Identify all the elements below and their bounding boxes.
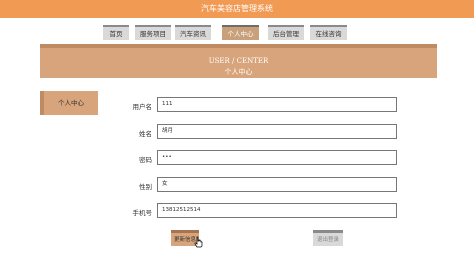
- nav-item-home[interactable]: 首页: [103, 25, 129, 40]
- hand-cursor-icon: [194, 236, 203, 248]
- nav-item-services[interactable]: 服务项目: [135, 25, 171, 40]
- password-field[interactable]: •••: [157, 150, 397, 165]
- name-field[interactable]: 胡月: [157, 124, 397, 139]
- logout-button[interactable]: 退出登录: [313, 230, 343, 246]
- top-bar: 汽车美容店管理系统: [0, 0, 474, 18]
- main-nav: 首页 服务项目 汽车资讯 个人中心 后台管理 在线咨询: [0, 18, 474, 44]
- site-title: 汽车美容店管理系统: [201, 4, 273, 13]
- nav-item-admin[interactable]: 后台管理: [268, 25, 304, 40]
- banner-title-cn: 个人中心: [224, 68, 253, 76]
- phone-field[interactable]: 13812512514: [157, 203, 397, 218]
- nav-item-consult[interactable]: 在线咨询: [310, 25, 347, 40]
- username-field[interactable]: 111: [157, 97, 397, 112]
- nav-item-news[interactable]: 汽车资讯: [175, 25, 211, 40]
- gender-select[interactable]: 女: [157, 177, 397, 192]
- gender-label: 性别: [139, 183, 152, 191]
- password-label: 密码: [139, 156, 152, 164]
- name-label: 姓名: [139, 130, 152, 138]
- username-label: 用户名: [132, 103, 153, 111]
- page-banner: USER / CENTER 个人中心: [40, 44, 437, 78]
- phone-label: 手机号: [132, 209, 153, 217]
- banner-title-en: USER / CENTER: [208, 57, 269, 65]
- nav-item-personal-center[interactable]: 个人中心: [222, 25, 259, 40]
- side-tab-personal-center[interactable]: 个人中心: [40, 91, 98, 115]
